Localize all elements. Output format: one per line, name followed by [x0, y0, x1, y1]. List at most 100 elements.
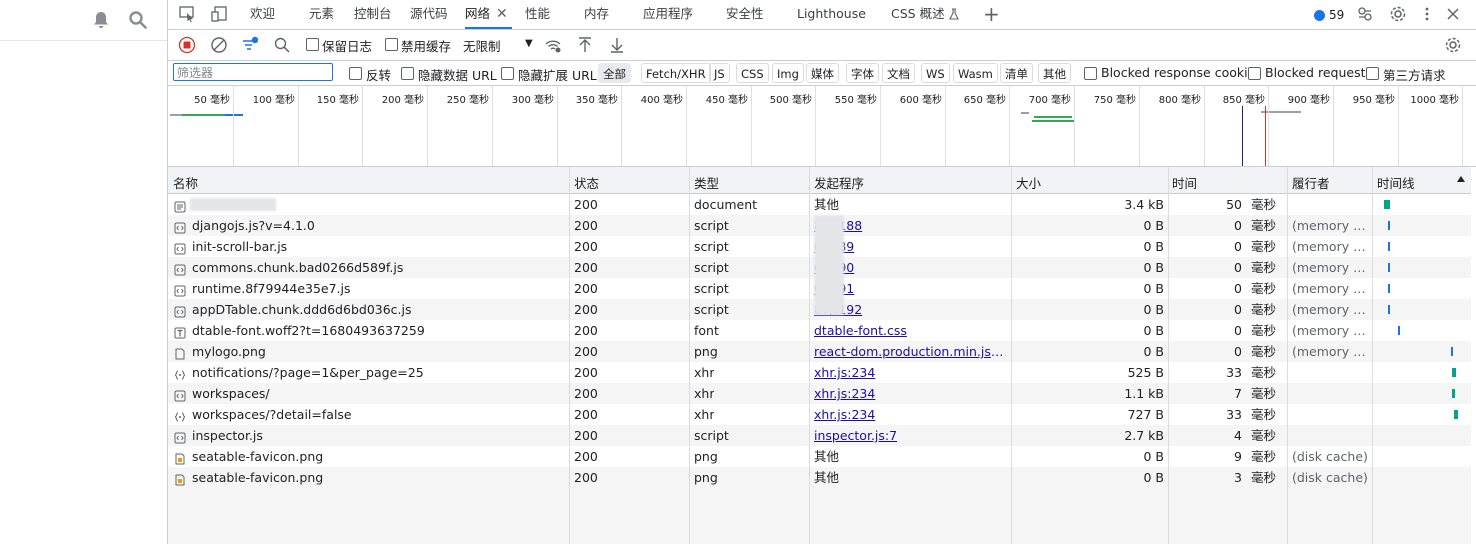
third-party-checkbox[interactable]	[1366, 67, 1379, 80]
filter-input[interactable]: 筛选器	[173, 63, 333, 81]
request-initiator[interactable]: react-dom.production.min.js:332	[814, 341, 1006, 362]
blocked-response-cookies-checkbox[interactable]	[1084, 67, 1097, 80]
column-time[interactable]: 时间	[1172, 173, 1197, 192]
customize-icon[interactable]	[1356, 5, 1374, 23]
vertical-scrollbar[interactable]	[1471, 167, 1476, 544]
request-initiator[interactable]: xhr.js:234	[814, 404, 1006, 425]
request-name[interactable]: appDTable.chunk.ddd6d6bd036c.js	[192, 299, 564, 320]
sort-ascending-icon[interactable]	[1457, 176, 1465, 182]
request-name[interactable]: mylogo.png	[192, 341, 564, 362]
request-type: document	[694, 197, 758, 212]
table-row[interactable]: seatable-favicon.png 200 png 其他 0 B 3 毫秒 (disk …	[168, 467, 1476, 488]
throttling-select[interactable]: 无限制	[463, 36, 501, 55]
settings-gear-icon[interactable]	[1389, 5, 1407, 23]
invert-checkbox[interactable]	[349, 67, 362, 80]
waterfall-bar	[1454, 410, 1458, 419]
hide-extension-urls-checkbox[interactable]	[501, 67, 514, 80]
more-options-icon[interactable]	[1418, 5, 1436, 23]
column-type[interactable]: 类型	[694, 173, 719, 192]
network-settings-gear-icon[interactable]	[1444, 36, 1462, 54]
issues-counter[interactable]: 59	[1314, 7, 1344, 23]
column-initiator[interactable]: 发起程序	[814, 173, 864, 192]
table-row[interactable]: mylogo.png 200 png react-dom.production.min…	[168, 341, 1476, 362]
filter-type-fetch-xhr[interactable]: Fetch/XHR	[641, 63, 711, 83]
request-name[interactable]: commons.chunk.bad0266d589f.js	[192, 257, 564, 278]
clear-icon[interactable]	[210, 36, 228, 54]
table-row[interactable]: notifications/?page=1&per_page=25 200 xhr x…	[168, 362, 1476, 383]
filter-type-doc[interactable]: 文档	[882, 63, 915, 83]
tab-sources[interactable]: 源代码	[410, 0, 448, 29]
request-initiator[interactable]: dtable-font.css	[814, 320, 1006, 341]
column-size[interactable]: 大小	[1016, 173, 1041, 192]
waterfall-bar	[1451, 347, 1453, 356]
table-row[interactable]: 200 document 其他 3.4 kB 50 毫秒	[168, 194, 1476, 215]
column-status[interactable]: 状态	[574, 173, 599, 192]
script-icon	[174, 303, 186, 318]
table-row[interactable]: workspaces/?detail=false 200 xhr xhr.js:234…	[168, 404, 1476, 425]
tab-css-overview[interactable]: CSS 概述	[891, 0, 959, 29]
table-row[interactable]: seatable-favicon.png 200 png 其他 0 B 9 毫秒 (disk …	[168, 446, 1476, 467]
filter-type-manifest[interactable]: 清单	[1000, 63, 1033, 83]
record-stop-icon[interactable]	[178, 36, 196, 54]
tab-memory[interactable]: 内存	[584, 0, 609, 29]
filter-type-js[interactable]: JS	[709, 63, 730, 83]
request-name[interactable]: seatable-favicon.png	[192, 446, 564, 467]
tab-application[interactable]: 应用程序	[643, 0, 693, 29]
request-name[interactable]: djangojs.js?v=4.1.0	[192, 215, 564, 236]
request-initiator[interactable]: xhr.js:234	[814, 383, 1006, 404]
request-initiator[interactable]: xhr.js:234	[814, 362, 1006, 383]
tab-welcome[interactable]: 欢迎	[250, 0, 275, 29]
search-icon[interactable]	[273, 36, 291, 54]
request-name[interactable]: init-scroll-bar.js	[192, 236, 564, 257]
filter-type-img[interactable]: Img	[772, 63, 804, 83]
devtools-tabbar: 欢迎 元素 控制台 源代码 网络 ✕ 性能 内存 应用程序 安全性 Lightho…	[168, 0, 1476, 30]
import-har-icon[interactable]	[576, 36, 594, 54]
disable-cache-checkbox[interactable]	[385, 38, 398, 51]
request-name[interactable]: workspaces/?detail=false	[192, 404, 564, 425]
tab-lighthouse[interactable]: Lighthouse	[797, 0, 866, 29]
table-row[interactable]: dtable-font.woff2?t=1680493637259 200 font…	[168, 320, 1476, 341]
tab-network[interactable]: 网络 ✕	[465, 0, 512, 29]
filter-type-other[interactable]: 其他	[1038, 63, 1071, 83]
inspect-element-icon[interactable]	[178, 5, 196, 23]
filter-type-ws[interactable]: WS	[921, 63, 950, 83]
tab-console[interactable]: 控制台	[354, 0, 392, 29]
close-tab-icon[interactable]: ✕	[496, 6, 508, 22]
tab-elements[interactable]: 元素	[309, 0, 334, 29]
tab-security[interactable]: 安全性	[726, 0, 764, 29]
search-icon[interactable]	[128, 10, 148, 30]
preserve-log-checkbox[interactable]	[306, 38, 319, 51]
request-initiator[interactable]: inspector.js:7	[814, 425, 1006, 446]
table-header: 名称 状态 类型 发起程序 大小 时间 履行者 时间线	[168, 167, 1476, 194]
filter-type-all[interactable]: 全部	[598, 63, 631, 83]
overview-tick-label: 300 毫秒	[511, 95, 554, 106]
tab-performance[interactable]: 性能	[525, 0, 550, 29]
request-name[interactable]: dtable-font.woff2?t=1680493637259	[192, 320, 564, 341]
column-fulfilled-by[interactable]: 履行者	[1292, 173, 1330, 192]
filter-type-wasm[interactable]: Wasm	[953, 63, 998, 83]
filter-type-font[interactable]: 字体	[846, 63, 879, 83]
request-name[interactable]: inspector.js	[192, 425, 564, 446]
add-tab-button[interactable]: +	[983, 2, 1000, 26]
column-name[interactable]: 名称	[173, 173, 198, 192]
request-name[interactable]: workspaces/	[192, 383, 564, 404]
request-name[interactable]: seatable-favicon.png	[192, 467, 564, 488]
chevron-down-icon[interactable]: ▼	[525, 38, 533, 49]
table-row[interactable]: workspaces/200 xhr xhr.js:234 1.1 kB 7 毫秒	[168, 383, 1476, 404]
request-name[interactable]: notifications/?page=1&per_page=25	[192, 362, 564, 383]
filter-type-css[interactable]: CSS	[736, 63, 769, 83]
export-har-icon[interactable]	[608, 36, 626, 54]
bell-icon[interactable]	[91, 10, 111, 30]
request-status: 200	[574, 260, 598, 275]
network-conditions-icon[interactable]	[544, 36, 562, 54]
blocked-requests-checkbox[interactable]	[1248, 67, 1261, 80]
hide-data-urls-checkbox[interactable]	[401, 67, 414, 80]
filter-icon[interactable]	[241, 36, 259, 54]
network-overview-timeline[interactable]: 50 毫秒 100 毫秒 150 毫秒 200 毫秒 250 毫秒 300 毫秒 350 毫…	[168, 86, 1476, 167]
device-toolbar-icon[interactable]	[210, 5, 228, 23]
request-name[interactable]: runtime.8f79944e35e7.js	[192, 278, 564, 299]
column-waterfall[interactable]: 时间线	[1377, 173, 1415, 192]
close-devtools-icon[interactable]	[1444, 5, 1462, 23]
table-row[interactable]: inspector.js 200 script inspector.js:7 2.7 k…	[168, 425, 1476, 446]
filter-type-media[interactable]: 媒体	[806, 63, 839, 83]
